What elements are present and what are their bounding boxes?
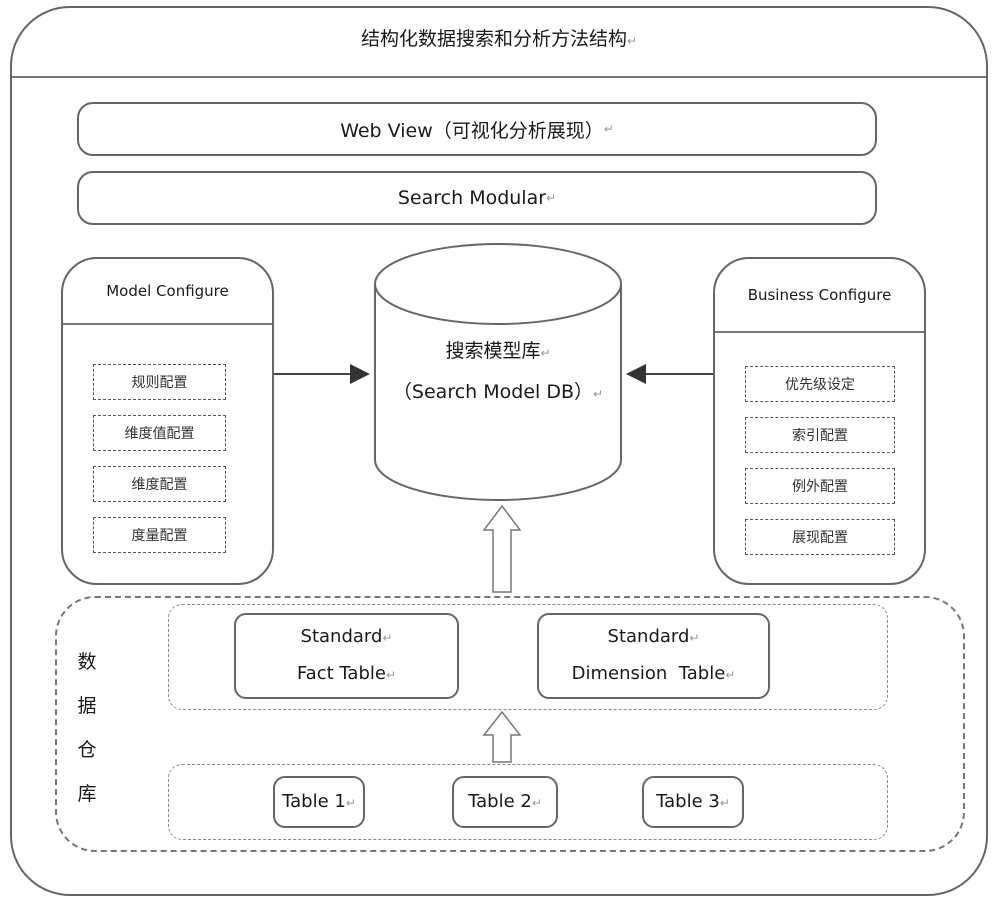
return-mark-icon: ↵	[719, 795, 730, 810]
data-warehouse-label: 数 据 仓 库	[77, 651, 97, 805]
return-mark-icon: ↵	[593, 387, 604, 401]
source-table-2: Table 2↵	[452, 776, 558, 828]
return-mark-icon: ↵	[385, 668, 397, 682]
return-mark-icon: ↵	[382, 631, 393, 645]
standard-fact-table: Standard↵ Fact Table↵	[234, 613, 459, 699]
source-table-3: Table 3↵	[642, 776, 744, 828]
standard-dimension-table: Standard↵ Dimension Table↵	[537, 613, 770, 699]
return-mark-icon: ↵	[689, 631, 700, 645]
return-mark-icon: ↵	[531, 795, 542, 810]
return-mark-icon: ↵	[540, 346, 551, 360]
source-table-1: Table 1↵	[273, 776, 365, 828]
return-mark-icon: ↵	[725, 668, 736, 682]
search-model-db-label: 搜索模型库↵ （Search Model DB）↵	[392, 340, 604, 403]
return-mark-icon: ↵	[345, 795, 356, 810]
hollow-arrow-warehouse-to-db	[482, 504, 522, 593]
